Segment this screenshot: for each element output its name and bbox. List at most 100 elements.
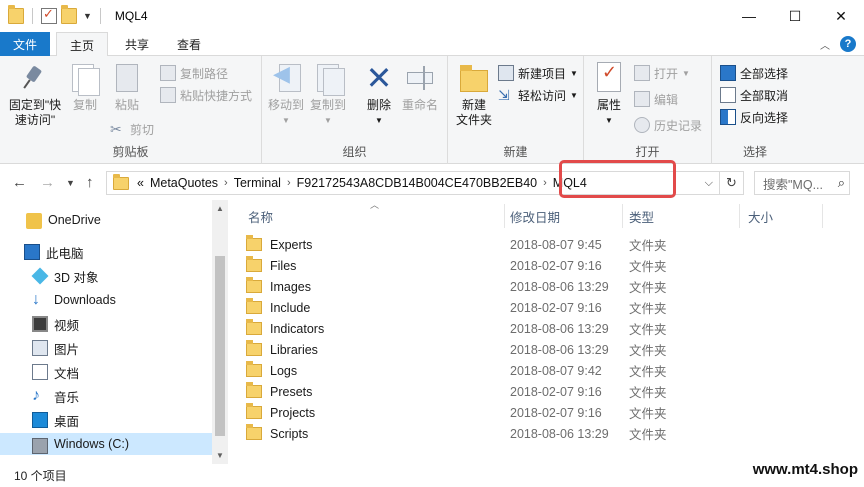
easy-access-label: 轻松访问 [518, 88, 567, 103]
nav-item-desktop[interactable]: 桌面 [32, 409, 212, 431]
file-date: 2018-02-07 9:16 [510, 384, 602, 399]
file-type: 文件夹 [629, 260, 667, 274]
up-arrow-icon[interactable]: ↑ [86, 174, 94, 191]
paste-shortcut-button[interactable]: 粘贴快捷方式 [160, 84, 252, 106]
divider[interactable] [822, 204, 823, 228]
breadcrumb-overflow[interactable]: « [137, 176, 144, 190]
file-date: 2018-08-06 13:29 [510, 279, 609, 294]
chevron-right-icon[interactable]: › [543, 177, 547, 189]
breadcrumb-terminal-id[interactable]: F92172543A8CDB14B004CE470BB2EB40 [297, 176, 537, 190]
collapse-ribbon-icon[interactable]: ︿ [820, 37, 830, 52]
help-icon[interactable]: ? [840, 36, 856, 52]
table-row[interactable]: Indicators 2018-08-06 13:29 文件夹 [246, 318, 826, 339]
nav-item-onedrive[interactable]: OneDrive [26, 209, 212, 231]
tab-home[interactable]: 主页 [56, 32, 108, 57]
tab-view[interactable]: 查看 [166, 32, 212, 56]
column-header-type[interactable]: 类型 [629, 204, 739, 228]
chevron-right-icon[interactable]: › [287, 177, 291, 189]
copy-to-button[interactable]: 复制到 ▼ [308, 62, 348, 128]
rename-label: 重命名 [401, 98, 438, 112]
table-row[interactable]: Scripts 2018-08-06 13:29 文件夹 [246, 423, 826, 444]
delete-label: 删除 [366, 98, 391, 112]
column-header-name[interactable]: 名称 [248, 204, 504, 228]
nav-item-pictures[interactable]: 图片 [32, 337, 212, 359]
properties-icon[interactable] [41, 6, 57, 24]
table-row[interactable]: Experts 2018-08-07 9:45 文件夹 [246, 234, 826, 255]
file-name: Experts [270, 237, 313, 252]
table-row[interactable]: Projects 2018-02-07 9:16 文件夹 [246, 402, 826, 423]
table-row[interactable]: Files 2018-02-07 9:16 文件夹 [246, 255, 826, 276]
select-none-button[interactable]: 全部取消 [720, 84, 788, 106]
select-group: 全部选择 全部取消 反向选择 选择 [712, 56, 798, 164]
column-header-modified[interactable]: 修改日期 [510, 204, 622, 228]
divider[interactable] [739, 204, 740, 228]
file-name: Presets [270, 384, 313, 399]
onedrive-folder-icon [26, 213, 42, 229]
paste-button[interactable]: 粘贴 [110, 62, 144, 113]
table-row[interactable]: Include 2018-02-07 9:16 文件夹 [246, 297, 826, 318]
nav-item-videos[interactable]: 视频 [32, 313, 212, 335]
address-history-chevron-icon[interactable]: ⌵ [705, 177, 713, 190]
nav-item-downloads[interactable]: ↓ Downloads [32, 289, 212, 311]
open-button[interactable]: 打开 ▼ [634, 62, 690, 84]
properties-button[interactable]: 属性 ▼ [592, 62, 626, 128]
file-name: Include [270, 300, 311, 315]
table-row[interactable]: Libraries 2018-08-06 13:29 文件夹 [246, 339, 826, 360]
easy-access-button[interactable]: ⇲ 轻松访问 ▼ [498, 84, 578, 106]
nav-item-drive-c[interactable]: Windows (C:) [0, 433, 212, 455]
scroll-down-icon[interactable]: ▼ [216, 451, 224, 460]
new-folder-icon[interactable] [61, 5, 77, 24]
scroll-up-icon[interactable]: ▲ [216, 204, 224, 213]
copy-path-button[interactable]: 复制路径 [160, 62, 228, 84]
breadcrumb-terminal[interactable]: Terminal [234, 176, 281, 190]
customize-qat-icon[interactable]: ▼ [83, 11, 92, 21]
file-date: 2018-08-07 9:45 [510, 237, 602, 252]
nav-label: 文档 [54, 366, 80, 381]
breadcrumb-mql4[interactable]: MQL4 [553, 176, 587, 190]
divider[interactable] [622, 204, 623, 228]
copy-button[interactable]: 复制 [68, 62, 102, 113]
address-bar[interactable]: « MetaQuotes › Terminal › F92172543A8CDB… [106, 171, 720, 195]
refresh-icon[interactable]: ↻ [720, 171, 744, 195]
edit-button[interactable]: 编辑 [634, 88, 678, 110]
rename-button[interactable]: 重命名 [400, 62, 440, 113]
close-button[interactable]: ✕ [818, 0, 864, 32]
pin-to-quick-access-button[interactable]: 固定到"快 速访问" [6, 62, 64, 128]
forward-arrow-icon[interactable]: → [40, 174, 55, 191]
move-to-button[interactable]: ◀ 移动到 ▼ [266, 62, 306, 128]
search-icon[interactable]: ⌕ [838, 175, 845, 191]
cut-button[interactable]: ✂ 剪切 [110, 118, 154, 140]
chevron-right-icon[interactable]: › [224, 177, 228, 189]
search-input[interactable]: 搜索"MQ... ⌕ [754, 171, 850, 195]
nav-item-documents[interactable]: 文档 [32, 361, 212, 383]
divider[interactable] [504, 204, 505, 228]
nav-item-this-pc[interactable]: 此电脑 [24, 241, 212, 263]
folder-icon [246, 235, 262, 251]
column-header-size[interactable]: 大小 [748, 204, 818, 228]
nav-item-3d-objects[interactable]: 3D 对象 [31, 265, 212, 287]
new-item-button[interactable]: 新建项目 ▼ [498, 62, 578, 84]
tab-share[interactable]: 共享 [114, 32, 160, 56]
file-name: Images [270, 279, 311, 294]
new-folder-button[interactable]: 新建 文件夹 [452, 62, 496, 128]
recent-locations-chevron-icon[interactable]: ▼ [66, 178, 75, 188]
back-arrow-icon[interactable]: ← [12, 174, 27, 191]
table-row[interactable]: Presets 2018-02-07 9:16 文件夹 [246, 381, 826, 402]
scrollbar-thumb[interactable] [215, 256, 225, 436]
tab-file[interactable]: 文件 [0, 32, 50, 56]
file-date: 2018-08-07 9:42 [510, 363, 602, 378]
table-row[interactable]: Images 2018-08-06 13:29 文件夹 [246, 276, 826, 297]
table-row[interactable]: Logs 2018-08-07 9:42 文件夹 [246, 360, 826, 381]
nav-item-music[interactable]: ♪ 音乐 [32, 385, 212, 407]
file-type: 文件夹 [629, 323, 667, 337]
open-icon [634, 65, 650, 81]
nav-scrollbar[interactable]: ▲ ▼ [212, 200, 228, 464]
select-all-button[interactable]: 全部选择 [720, 62, 788, 84]
maximize-button[interactable]: ☐ [772, 0, 818, 32]
delete-button[interactable]: ✕ 删除 ▼ [362, 62, 396, 128]
breadcrumb-metaquotes[interactable]: MetaQuotes [150, 176, 218, 190]
invert-selection-button[interactable]: 反向选择 [720, 106, 788, 128]
open-group: 属性 ▼ 打开 ▼ 编辑 历史记录 打开 [584, 56, 712, 164]
history-button[interactable]: 历史记录 [634, 114, 702, 136]
minimize-button[interactable]: — [726, 0, 772, 32]
